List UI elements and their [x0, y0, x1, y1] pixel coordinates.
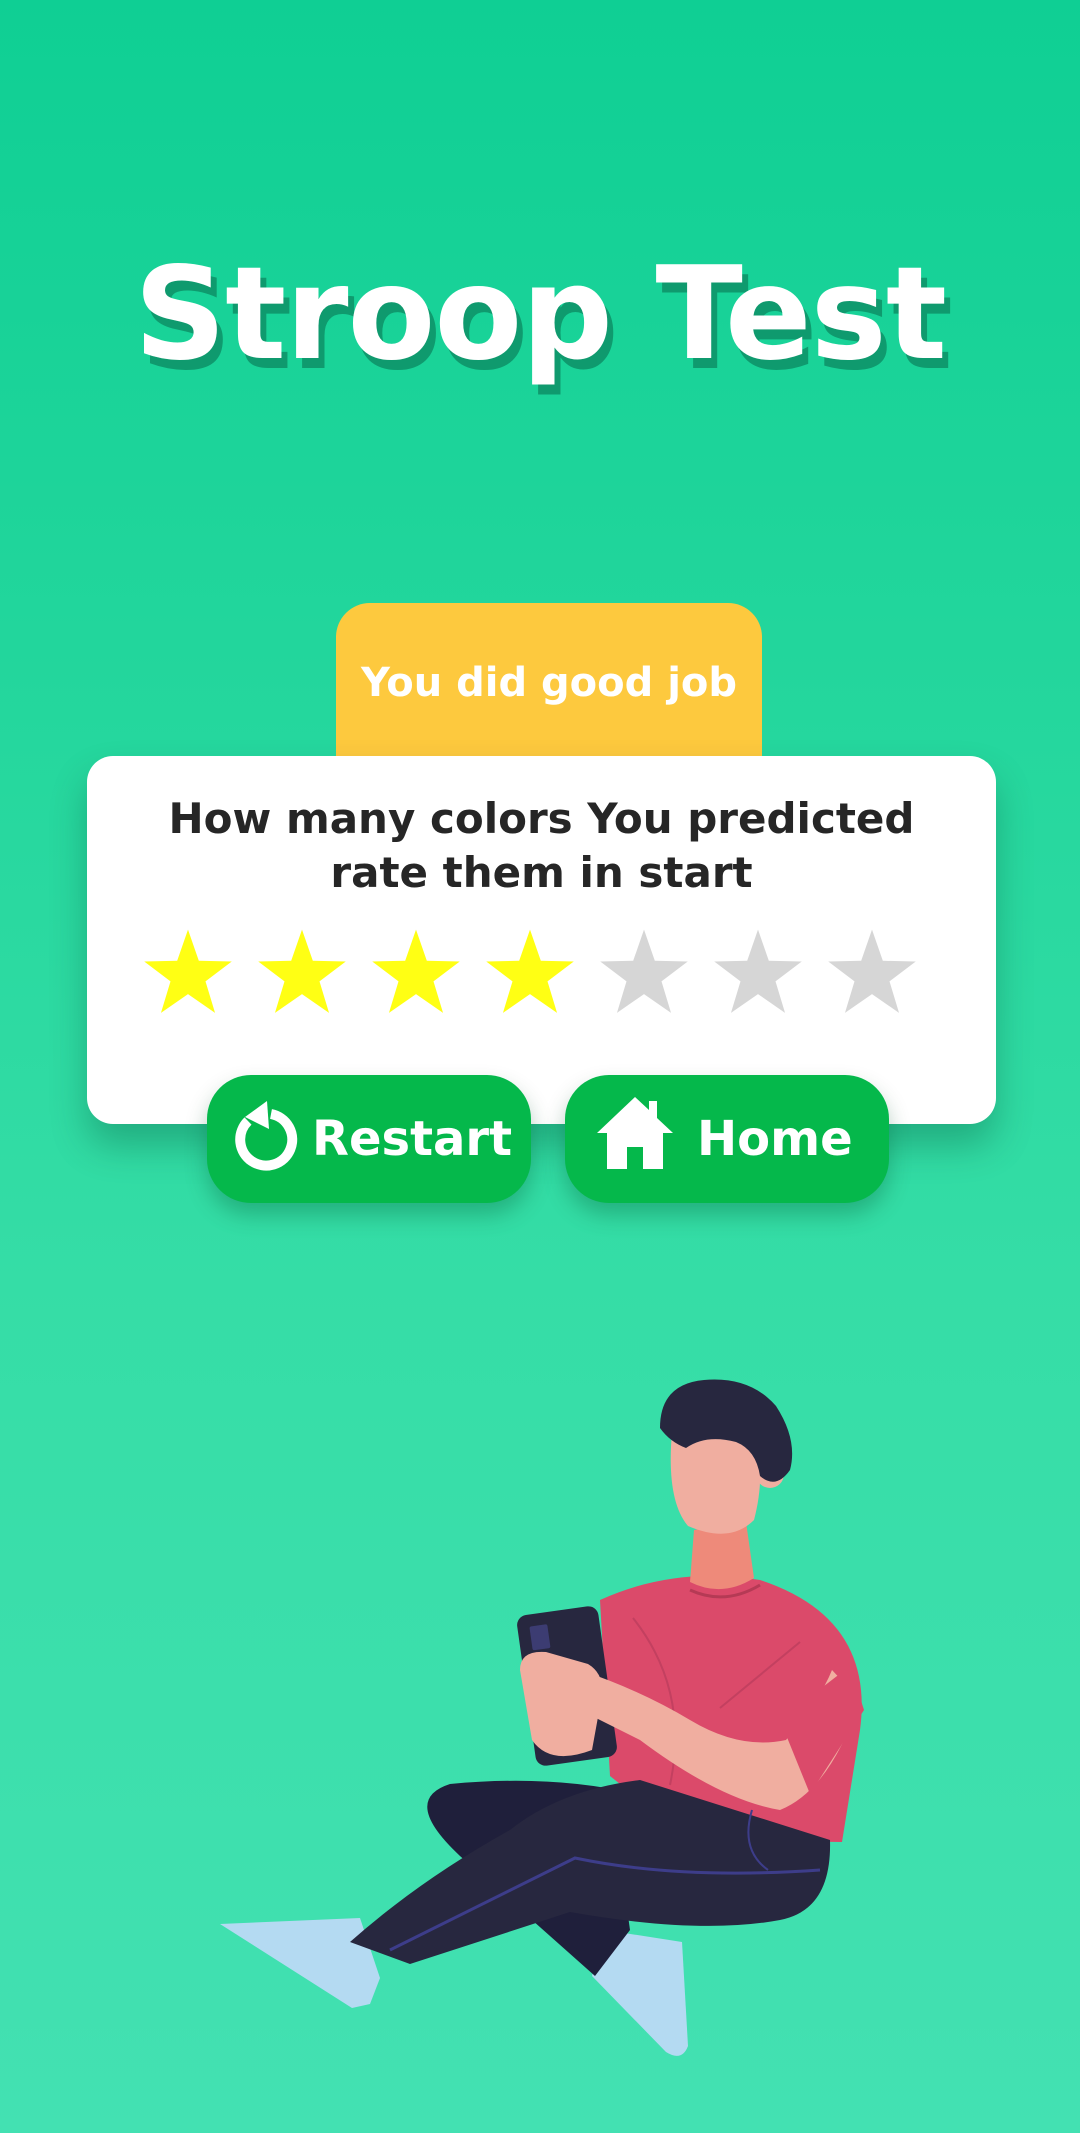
rating-question: How many colors You predicted rate them …	[168, 794, 915, 897]
star-filled-icon[interactable]	[142, 926, 234, 1018]
home-icon	[595, 1093, 675, 1173]
star-filled-icon[interactable]	[484, 926, 576, 1018]
star-empty-icon[interactable]	[712, 926, 804, 1018]
star-filled-icon[interactable]	[370, 926, 462, 1018]
restart-button-label: Restart	[312, 1111, 513, 1167]
restart-button[interactable]: Restart	[207, 1075, 531, 1203]
rating-card: How many colors You predicted rate them …	[87, 756, 996, 1124]
home-button-label: Home	[697, 1111, 853, 1167]
star-empty-icon[interactable]	[598, 926, 690, 1018]
restart-icon	[227, 1099, 301, 1177]
star-filled-icon[interactable]	[256, 926, 348, 1018]
home-button[interactable]: Home	[565, 1075, 889, 1203]
person-with-phone-illustration	[220, 1370, 890, 2070]
star-empty-icon[interactable]	[826, 926, 918, 1018]
page-title: Stroop Test	[133, 240, 947, 389]
star-rating[interactable]	[142, 926, 942, 1026]
result-banner-label: You did good job	[360, 660, 738, 706]
result-banner-tab: You did good job	[336, 603, 762, 773]
